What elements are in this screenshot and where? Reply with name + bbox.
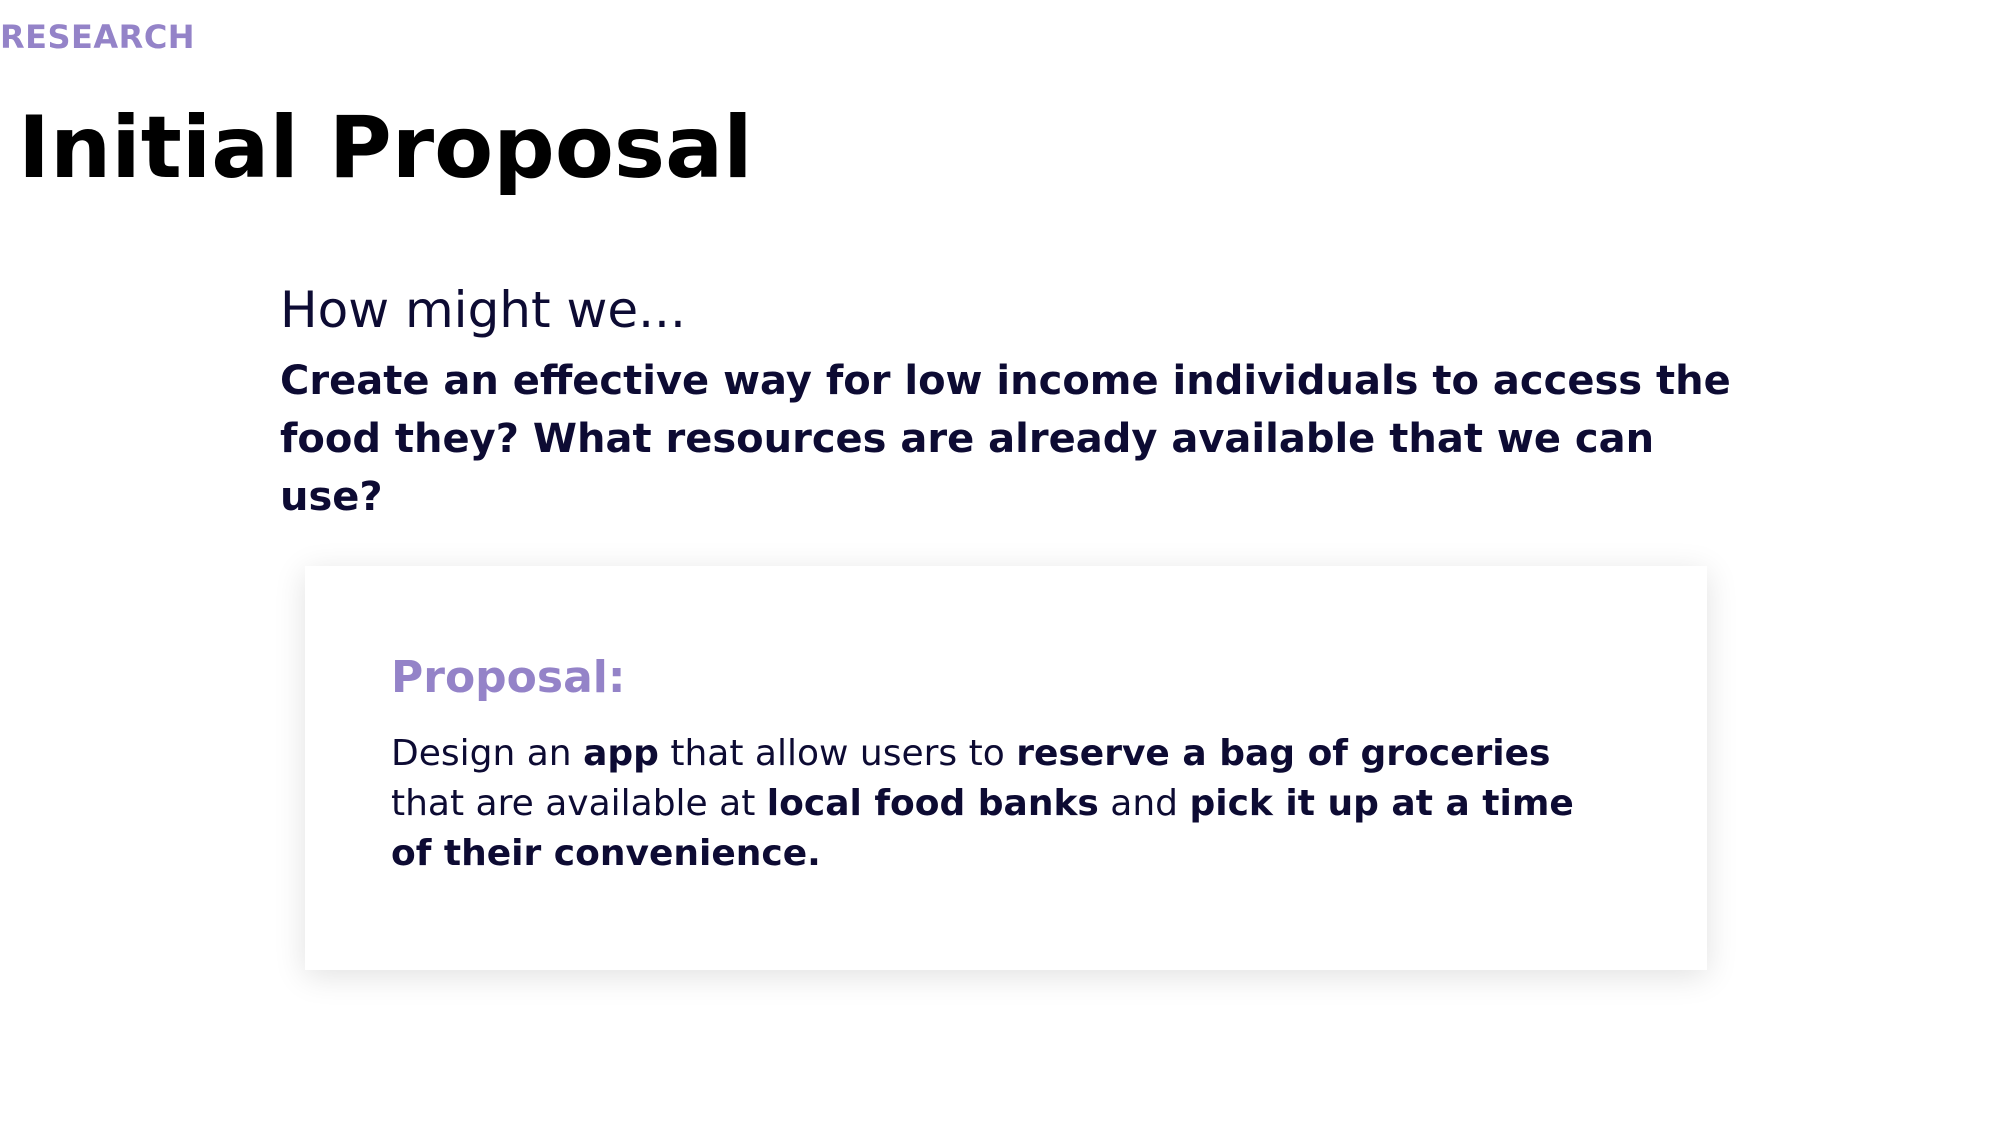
proposal-segment: that allow users to — [658, 733, 1017, 774]
slide-page: RESEARCH Initial Proposal How might we..… — [0, 0, 2000, 1125]
hmw-intro: How might we... — [280, 281, 686, 339]
proposal-segment-bold: reserve a bag of groceries — [1016, 733, 1551, 774]
hmw-question: Create an effective way for low income i… — [280, 358, 1731, 520]
page-title: Initial Proposal — [18, 98, 753, 198]
proposal-segment: Design an — [391, 733, 584, 774]
proposal-segment: and — [1098, 783, 1190, 824]
proposal-segment-bold: app — [583, 733, 659, 774]
section-label: RESEARCH — [0, 18, 196, 56]
proposal-heading: Proposal: — [391, 652, 626, 703]
how-might-we-block: How might we... Create an effective way … — [280, 280, 1760, 526]
proposal-card: Proposal: Design an app that allow users… — [305, 566, 1707, 970]
proposal-segment-bold: local food banks — [766, 783, 1099, 824]
proposal-body: Design an app that allow users to reserv… — [391, 729, 1621, 879]
proposal-segment: that are available at — [391, 783, 767, 824]
